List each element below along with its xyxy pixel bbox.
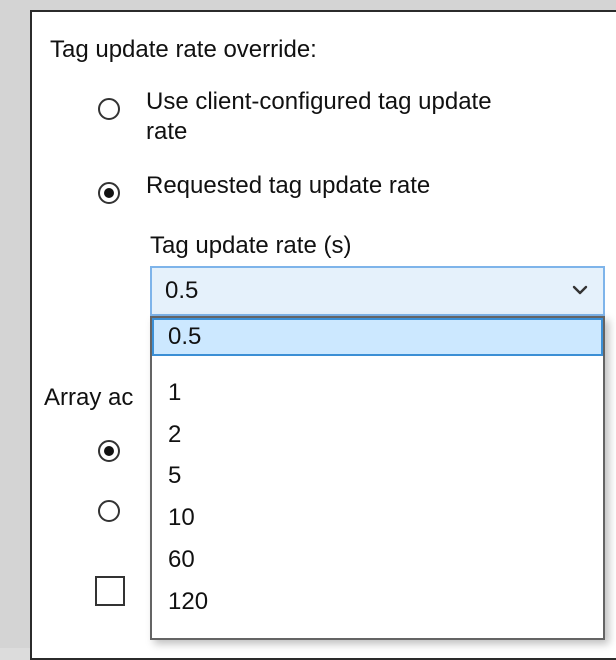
array-option-1-radio[interactable] <box>98 440 120 462</box>
dropdown-option-2[interactable]: 2 <box>152 416 603 454</box>
dropdown-option-120[interactable]: 120 <box>152 583 603 621</box>
use-client-configured-label-line2[interactable]: rate <box>146 118 187 146</box>
use-client-configured-label-line1[interactable]: Use client-configured tag update <box>146 88 492 116</box>
dropdown-option-0-5[interactable]: 0.5 <box>152 318 603 356</box>
tag-update-rate-combobox[interactable]: 0.5 <box>150 266 605 316</box>
dropdown-option-5[interactable]: 5 <box>152 457 603 495</box>
requested-tag-update-rate-radio[interactable] <box>98 182 120 204</box>
tag-update-rate-dropdown-list: 0.5 1 2 5 10 60 120 <box>150 316 605 640</box>
array-option-2-radio[interactable] <box>98 500 120 522</box>
array-section-title: Array ac <box>44 384 134 411</box>
dialog-background: Tag update rate override: Use client-con… <box>0 0 616 660</box>
requested-tag-update-rate-label[interactable]: Requested tag update rate <box>146 172 430 200</box>
dropdown-option-10[interactable]: 10 <box>152 499 603 537</box>
use-client-configured-radio[interactable] <box>98 98 120 120</box>
dropdown-option-60[interactable]: 60 <box>152 541 603 579</box>
array-option-checkbox[interactable] <box>95 576 125 606</box>
tag-update-rate-label: Tag update rate (s) <box>150 232 352 259</box>
tag-update-rate-override-title: Tag update rate override: <box>50 36 317 63</box>
chevron-down-icon[interactable] <box>569 279 591 301</box>
combobox-value: 0.5 <box>165 277 199 304</box>
dropdown-option-1[interactable]: 1 <box>152 374 603 412</box>
